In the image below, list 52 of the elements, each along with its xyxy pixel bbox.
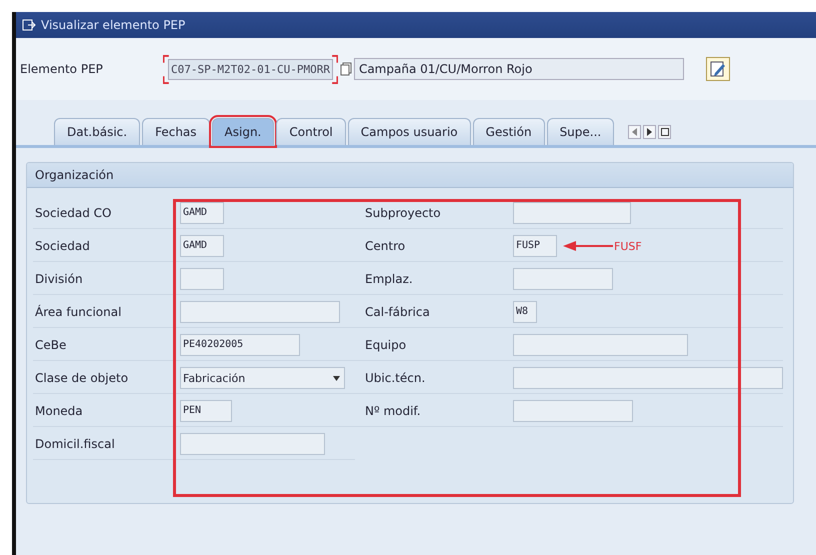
copy-icon[interactable] <box>340 62 352 76</box>
input-field[interactable] <box>180 268 224 290</box>
field-label: Emplaz. <box>364 272 414 286</box>
tab[interactable]: Supe... <box>546 118 614 145</box>
tab[interactable]: Fechas <box>142 118 210 145</box>
field-label: Área funcional <box>34 305 122 319</box>
input-field[interactable] <box>513 367 783 389</box>
input-field[interactable]: GAMD <box>180 202 224 224</box>
tab[interactable]: Asign. <box>212 118 274 145</box>
field-label: División <box>34 272 84 286</box>
input-field[interactable] <box>180 433 325 455</box>
window-title: Visualizar elemento PEP <box>41 18 186 32</box>
field-label: Centro <box>364 239 406 253</box>
input-field[interactable] <box>513 202 631 224</box>
input-field[interactable]: PEN <box>180 400 232 422</box>
tab[interactable]: Campos usuario <box>348 118 471 145</box>
field-label: Elemento PEP <box>20 62 104 76</box>
input-field[interactable]: W8 <box>513 301 537 323</box>
input-field[interactable]: FUSP <box>513 235 557 257</box>
scroll-right-button[interactable] <box>643 125 656 139</box>
document-icon <box>22 19 36 31</box>
field-label: Nº modif. <box>364 404 422 418</box>
field-label: Clase de objeto <box>34 371 130 385</box>
tab[interactable]: Dat.básic. <box>54 118 140 145</box>
input-field[interactable] <box>513 268 613 290</box>
field-label: CeBe <box>34 338 68 352</box>
input-field[interactable]: GAMD <box>180 235 224 257</box>
description-field: Campaña 01/CU/Morron Rojo <box>354 58 684 80</box>
caret-icon <box>333 376 340 381</box>
field-label: Sociedad CO <box>34 206 112 220</box>
dropdown[interactable]: Fabricación <box>180 367 345 389</box>
input-field[interactable] <box>513 400 633 422</box>
input-field[interactable] <box>180 301 340 323</box>
input-field[interactable]: C07-SP-M2T02-01-CU-PMORR <box>168 58 333 80</box>
input-field[interactable]: PE40202005 <box>180 334 300 356</box>
arrow <box>563 241 613 251</box>
right-triangle-icon <box>646 128 653 136</box>
tab-list-button[interactable] <box>658 125 672 139</box>
field-label: Cal-fábrica <box>364 305 431 319</box>
field-label: Sociedad <box>34 239 91 253</box>
field-label: Moneda <box>34 404 84 418</box>
field-label: Domicil.fiscal <box>34 437 116 451</box>
field-label: Subproyecto <box>364 206 442 220</box>
tab[interactable]: Control <box>276 118 346 145</box>
tab[interactable]: Gestión <box>472 118 545 145</box>
edit-button[interactable] <box>706 57 730 81</box>
field-label: Equipo <box>364 338 408 352</box>
annotation-text: FUSF <box>614 240 642 252</box>
group-title: Organización <box>27 163 793 188</box>
left-triangle-icon <box>632 128 638 136</box>
field-label: Ubic.técn. <box>364 371 426 385</box>
input-field[interactable] <box>513 334 688 356</box>
